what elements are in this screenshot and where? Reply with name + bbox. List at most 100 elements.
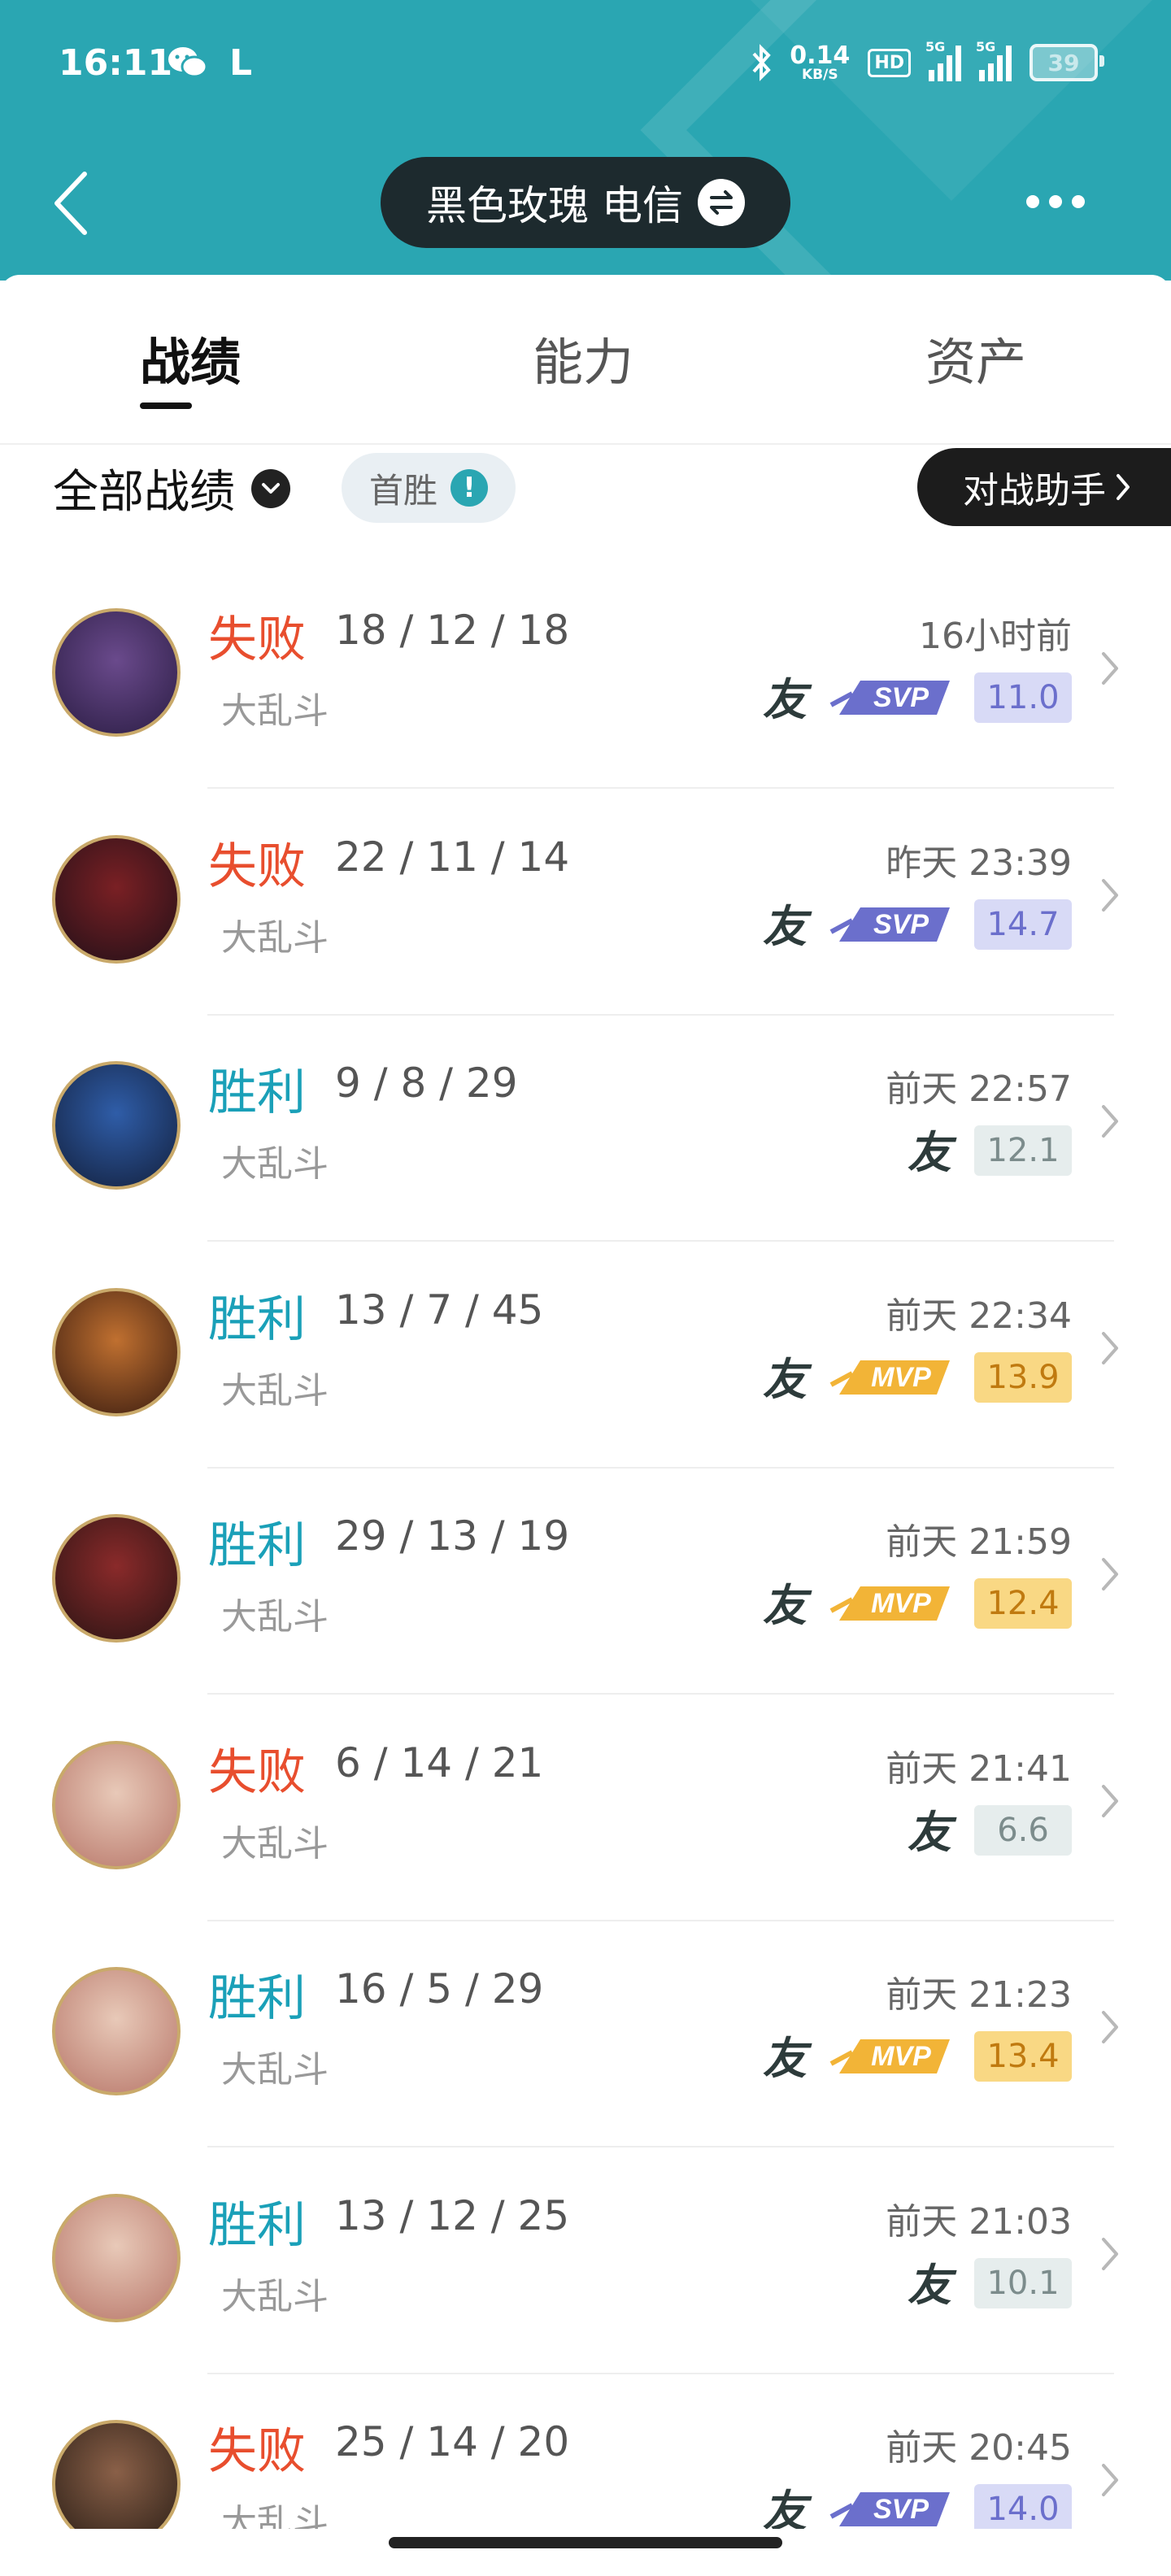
swap-icon (697, 179, 745, 226)
more-button[interactable] (1026, 185, 1108, 218)
match-score: 10.1 (974, 2258, 1072, 2308)
match-time: 前天 21:41 (886, 1748, 1072, 1790)
match-mode: 大乱斗 (221, 1143, 329, 1185)
match-kda: 22 / 11 / 14 (335, 833, 570, 881)
signal-icon: 5G (976, 39, 1012, 81)
match-mode: 大乱斗 (221, 2049, 329, 2091)
svg-text:MVP: MVP (871, 1588, 931, 1619)
match-mode: 大乱斗 (221, 690, 329, 732)
match-row[interactable]: 失败 18 / 12 / 18 大乱斗 16小时前友 SVP 11.0 (0, 561, 1171, 789)
record-filter-dropdown[interactable]: 全部战绩 (53, 455, 290, 521)
network-speed: 0.14 KB/S (790, 41, 851, 83)
match-kda: 16 / 5 / 29 (335, 1965, 544, 2012)
champion-avatar (52, 2420, 181, 2529)
match-mode: 大乱斗 (221, 1823, 329, 1865)
svg-text:SVP: SVP (873, 2494, 929, 2525)
friend-icon: 友 (763, 2033, 807, 2084)
chevron-right-icon (1102, 1105, 1118, 1138)
friend-icon: 友 (908, 1127, 951, 1178)
chevron-right-icon (1102, 2011, 1118, 2043)
back-button[interactable] (47, 171, 96, 236)
match-result: 胜利 (208, 1064, 306, 1121)
match-score: 12.1 (974, 1125, 1072, 1176)
account-switcher[interactable]: 黑色玫瑰 电信 (381, 157, 790, 248)
tab-ability[interactable]: 能力 (533, 321, 633, 394)
friend-icon: 友 (763, 674, 807, 725)
header-bar: 16:11 L 0.14 KB/S HD 5G 5G 39 黑色玫瑰 电信 (0, 0, 1171, 281)
svg-text:SVP: SVP (873, 682, 929, 713)
home-indicator[interactable] (389, 2537, 782, 2548)
chevron-right-icon (1102, 1558, 1118, 1590)
svg-text:SVP: SVP (873, 909, 929, 940)
network-speed-unit: KB/S (802, 66, 838, 83)
tab-divider (0, 443, 1171, 445)
match-result: 胜利 (208, 2197, 306, 2254)
chevron-down-icon (251, 468, 290, 508)
signal-label: 5G (925, 39, 946, 54)
match-result: 失败 (208, 838, 306, 895)
champion-avatar (52, 608, 181, 737)
match-score: 14.0 (974, 2484, 1072, 2529)
signal-icon: 5G (925, 39, 961, 81)
svp-badge-icon: SVP (828, 2484, 958, 2529)
champion-avatar (52, 1288, 181, 1416)
match-score: 12.4 (974, 1578, 1072, 1629)
match-kda: 6 / 14 / 21 (335, 1739, 544, 1786)
svp-badge-icon: SVP (828, 899, 958, 950)
record-filter-label: 全部战绩 (53, 466, 235, 519)
tab-assets[interactable]: 资产 (925, 321, 1026, 394)
svp-badge-icon: SVP (828, 672, 958, 723)
mvp-badge-icon: MVP (828, 1578, 958, 1629)
match-row[interactable]: 失败 6 / 14 / 21 大乱斗 前天 21:41 友 6.6 (0, 1694, 1171, 1921)
match-mode: 大乱斗 (221, 1370, 329, 1412)
match-row[interactable]: 胜利 29 / 13 / 19 大乱斗 前天 21:59 友 MVP 12.4 (0, 1467, 1171, 1695)
friend-icon: 友 (763, 2486, 807, 2530)
signal-label: 5G (976, 39, 996, 54)
match-time: 前天 22:57 (886, 1068, 1072, 1110)
match-score: 6.6 (974, 1805, 1072, 1856)
champion-avatar (52, 1061, 181, 1190)
account-name: 黑色玫瑰 电信 (426, 182, 683, 229)
match-score: 13.4 (974, 2031, 1072, 2082)
friend-icon: 友 (763, 1354, 807, 1405)
battery-icon: 39 (1030, 44, 1104, 81)
match-mode: 大乱斗 (221, 2502, 329, 2529)
match-time: 昨天 23:39 (886, 842, 1072, 884)
champion-avatar (52, 1514, 181, 1643)
champion-avatar (52, 835, 181, 964)
friend-icon: 友 (908, 2260, 951, 2311)
mvp-badge-icon: MVP (828, 1352, 958, 1403)
match-kda: 18 / 12 / 18 (335, 607, 570, 654)
tab-record[interactable]: 战绩 (140, 321, 241, 394)
match-row[interactable]: 胜利 9 / 8 / 29 大乱斗 前天 22:57 友 12.1 (0, 1014, 1171, 1242)
match-kda: 13 / 12 / 25 (335, 2192, 570, 2239)
match-score: 13.9 (974, 1352, 1072, 1403)
network-speed-value: 0.14 (790, 41, 851, 70)
match-row[interactable]: 胜利 13 / 7 / 45 大乱斗 前天 22:34 友 MVP 13.9 (0, 1241, 1171, 1469)
match-time: 前天 21:59 (886, 1521, 1072, 1563)
bluetooth-icon (752, 44, 772, 81)
match-mode: 大乱斗 (221, 2276, 329, 2317)
match-row[interactable]: 胜利 13 / 12 / 25 大乱斗 前天 21:03 友 10.1 (0, 2147, 1171, 2374)
match-score: 11.0 (974, 672, 1072, 723)
mvp-badge-icon: MVP (828, 2031, 958, 2082)
battle-assistant-button[interactable]: 对战助手 (917, 448, 1171, 526)
status-carrier-letter: L (229, 41, 253, 84)
chevron-right-icon (1102, 1785, 1118, 1817)
status-right-group: 0.14 KB/S HD 5G 5G 39 (751, 34, 1104, 91)
match-kda: 9 / 8 / 29 (335, 1060, 518, 1107)
champion-avatar (52, 2194, 181, 2322)
more-dots-icon (1026, 195, 1039, 208)
champion-avatar (52, 1967, 181, 2095)
chevron-right-icon (1117, 474, 1130, 500)
wechat-icon (167, 34, 209, 91)
chevron-right-icon (1102, 1332, 1118, 1364)
match-row[interactable]: 胜利 16 / 5 / 29 大乱斗 前天 21:23 友 MVP 13.4 (0, 1920, 1171, 2147)
match-mode: 大乱斗 (221, 1596, 329, 1638)
first-win-label: 首胜 (369, 470, 438, 511)
first-win-chip[interactable]: 首胜 ! (342, 453, 516, 523)
match-row[interactable]: 失败 22 / 11 / 14 大乱斗 昨天 23:39 友 SVP 14.7 (0, 788, 1171, 1016)
match-row[interactable]: 失败 25 / 14 / 20 大乱斗 前天 20:45 友 SVP 14.0 (0, 2373, 1171, 2529)
match-result: 胜利 (208, 1970, 306, 2027)
svg-text:MVP: MVP (871, 1362, 931, 1393)
